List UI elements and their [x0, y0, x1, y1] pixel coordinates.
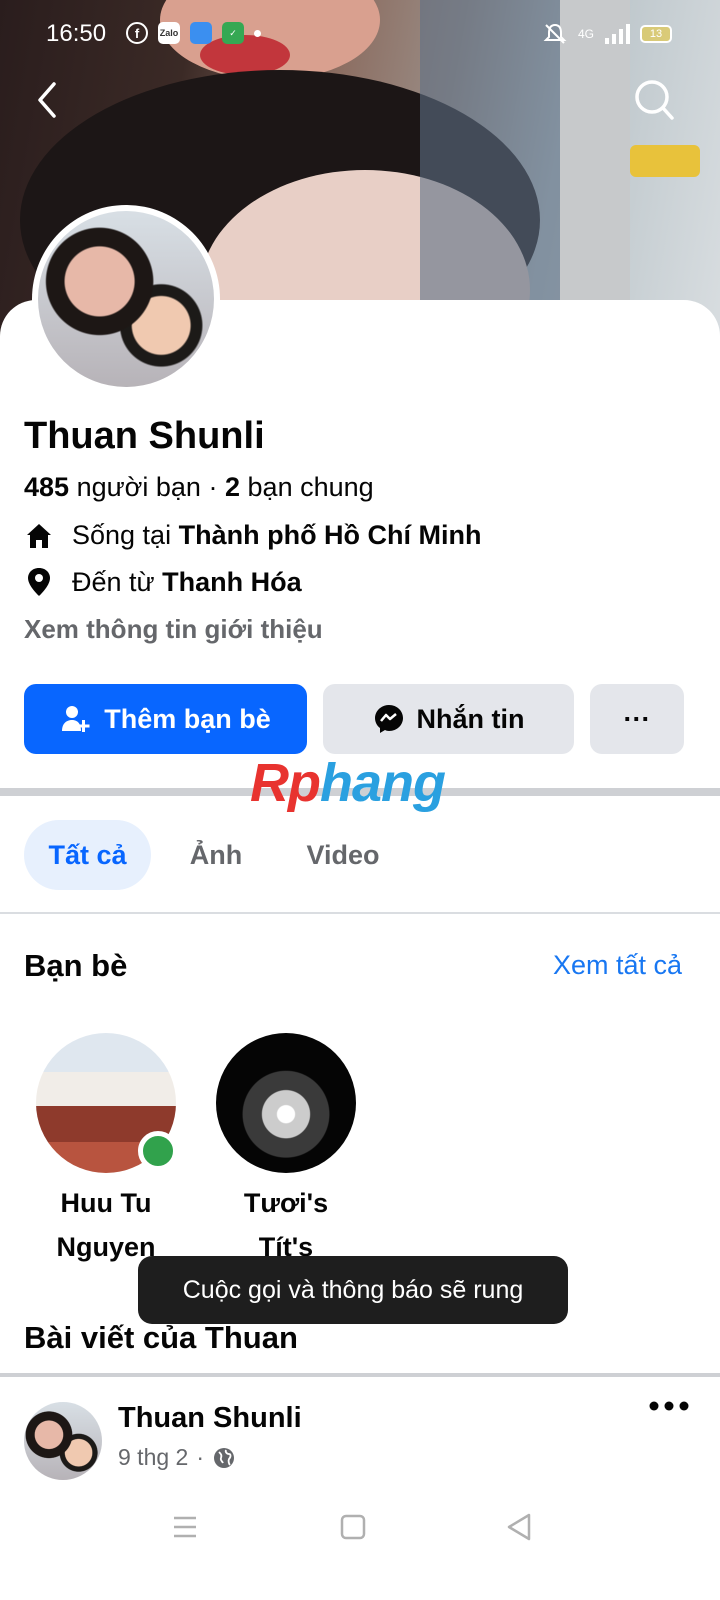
from-prefix: Đến từ	[72, 566, 155, 597]
post-author-avatar[interactable]	[24, 1402, 102, 1480]
message-button[interactable]: Nhắn tin	[323, 684, 574, 754]
friend-count: 485	[24, 472, 70, 502]
signal-icon	[605, 24, 630, 44]
add-friend-button[interactable]: Thêm bạn bè	[24, 684, 307, 754]
posts-section-title: Bài viết của Thuan	[24, 1320, 298, 1355]
more-options-button[interactable]: ···	[590, 684, 684, 754]
profile-avatar[interactable]	[32, 205, 220, 393]
tab-all[interactable]: Tất cả	[24, 820, 151, 890]
message-label: Nhắn tin	[416, 703, 525, 734]
messenger-icon	[374, 705, 403, 733]
blue-app-icon	[190, 22, 212, 44]
tabs-divider	[0, 912, 720, 914]
more-notifications-icon	[254, 29, 261, 37]
post-author-name[interactable]: Thuan Shunli	[118, 1402, 302, 1435]
friend-name-line1: Huu Tu	[60, 1188, 152, 1218]
post-meta-separator: ·	[196, 1444, 205, 1470]
system-icons: 4G 13	[542, 22, 672, 46]
globe-icon	[214, 1447, 235, 1468]
lives-city: Thành phố Hồ Chí Minh	[178, 520, 482, 550]
status-bar: 16:50 f Zalo ✓ 4G 13	[0, 0, 720, 70]
watermark-logo: Rphang	[250, 753, 446, 813]
online-status-dot	[138, 1131, 178, 1171]
facebook-icon: f	[126, 22, 148, 44]
lives-in-row: Sống tại Thành phố Hồ Chí Minh	[24, 520, 482, 551]
location-pin-icon	[28, 568, 50, 596]
see-all-friends-link[interactable]: Xem tất cả	[553, 950, 682, 981]
friend-avatar[interactable]	[216, 1033, 356, 1173]
battery-icon: 13	[640, 25, 672, 43]
mute-bell-icon	[543, 23, 567, 44]
more-dots-icon: ···	[623, 703, 651, 734]
home-button[interactable]	[336, 1510, 370, 1549]
see-about-link[interactable]: Xem thông tin giới thiệu	[24, 614, 323, 645]
system-back-button[interactable]	[502, 1510, 536, 1549]
from-row: Đến từ Thanh Hóa	[24, 566, 302, 598]
more-horizontal-icon	[649, 1401, 689, 1411]
separator-dot: ·	[208, 472, 218, 502]
mutual-count: 2	[224, 472, 241, 502]
lives-prefix: Sống tại	[72, 520, 172, 550]
square-home-icon	[340, 1514, 366, 1540]
menu-lines-icon	[174, 1516, 196, 1538]
from-city: Thanh Hóa	[162, 566, 302, 597]
friend-card[interactable]: Tươi's Tít's	[216, 1033, 356, 1269]
toast-message: Cuộc gọi và thông báo sẽ rung	[138, 1256, 568, 1324]
green-app-icon: ✓	[222, 22, 244, 44]
friends-section-title: Bạn bè	[24, 948, 128, 983]
post-meta: 9 thg 2 ·	[118, 1444, 236, 1471]
tab-photos[interactable]: Ảnh	[176, 820, 256, 890]
add-friend-icon	[62, 706, 90, 732]
tab-video[interactable]: Video	[290, 820, 396, 890]
home-icon	[27, 523, 51, 548]
recents-button[interactable]	[168, 1510, 202, 1549]
friend-card[interactable]: Huu Tu Nguyen	[36, 1033, 178, 1269]
search-icon	[635, 80, 674, 120]
status-time: 16:50	[46, 20, 107, 47]
mutual-label: bạn chung	[247, 472, 374, 502]
post-more-button[interactable]	[648, 1398, 690, 1419]
network-type: 4G	[577, 27, 594, 41]
system-navigation-bar	[0, 1500, 720, 1600]
friend-count-line[interactable]: 485 người bạn · 2 bạn chung	[24, 472, 374, 503]
friend-label: người bạn	[76, 472, 201, 502]
friend-name-line1: Tươi's	[243, 1188, 329, 1218]
back-button[interactable]	[28, 78, 72, 122]
profile-name: Thuan Shunli	[24, 415, 265, 457]
posts-divider	[0, 1373, 720, 1377]
notification-icons: f Zalo ✓	[126, 22, 261, 44]
zalo-icon: Zalo	[158, 22, 180, 44]
friend-avatar[interactable]	[36, 1033, 178, 1173]
search-button[interactable]	[632, 78, 676, 122]
triangle-back-icon	[507, 1513, 531, 1541]
post-date[interactable]: 9 thg 2	[118, 1444, 188, 1471]
chevron-left-icon	[38, 82, 56, 118]
add-friend-label: Thêm bạn bè	[104, 703, 271, 734]
